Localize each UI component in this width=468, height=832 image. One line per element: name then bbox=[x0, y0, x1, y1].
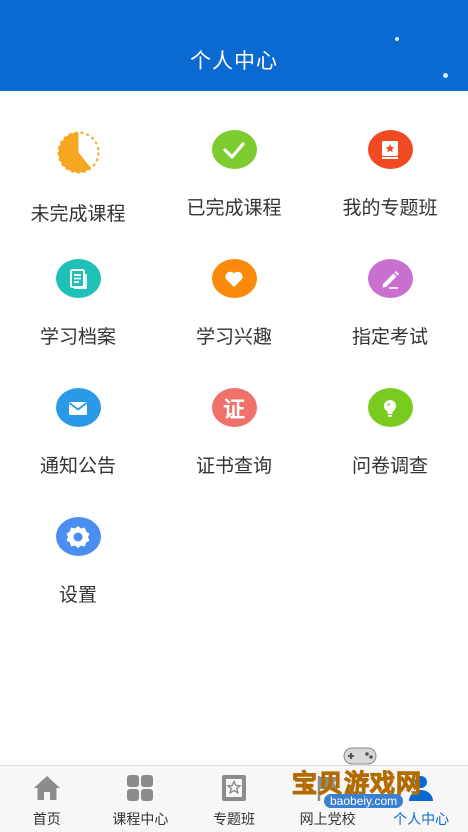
book-star-icon bbox=[219, 773, 249, 803]
menu-item-label: 设置 bbox=[58, 585, 97, 606]
lightbulb-icon bbox=[367, 388, 413, 427]
mail-icon bbox=[55, 388, 101, 427]
pencil-icon bbox=[367, 259, 413, 298]
menu-item-label: 我的专题班 bbox=[342, 198, 438, 219]
tab-label: 首页 bbox=[32, 811, 61, 827]
book-star-icon bbox=[367, 130, 413, 169]
tab-label: 专题班 bbox=[212, 811, 255, 827]
tab-label: 个人中心 bbox=[393, 811, 450, 827]
home-icon bbox=[32, 773, 62, 803]
tab-online-party-school[interactable]: 网上党校 bbox=[281, 766, 375, 832]
tab-personal-center[interactable]: 个人中心 bbox=[374, 766, 468, 832]
menu-item-label: 指定考试 bbox=[351, 327, 428, 348]
menu-item-completed-courses[interactable]: 已完成课程 bbox=[156, 91, 312, 220]
gear-icon bbox=[55, 517, 101, 556]
menu-item-my-special-class[interactable]: 我的专题班 bbox=[312, 91, 468, 220]
menu-item-notice[interactable]: 通知公告 bbox=[0, 349, 156, 478]
menu-item-certificate-query[interactable]: 证 证书查询 bbox=[156, 349, 312, 478]
tab-label: 课程中心 bbox=[112, 811, 169, 827]
heart-icon bbox=[211, 259, 257, 298]
menu-item-label: 学习兴趣 bbox=[195, 327, 272, 348]
tab-special-class[interactable]: 专题班 bbox=[187, 766, 281, 832]
menu-item-label: 证书查询 bbox=[195, 456, 272, 477]
sparkle-decoration bbox=[395, 37, 399, 41]
menu-item-assigned-exam[interactable]: 指定考试 bbox=[312, 220, 468, 349]
grid-icon bbox=[125, 773, 155, 803]
menu-item-label: 问卷调查 bbox=[351, 456, 428, 477]
check-icon bbox=[211, 130, 257, 169]
menu-item-study-interest[interactable]: 学习兴趣 bbox=[156, 220, 312, 349]
flag-icon bbox=[313, 773, 343, 803]
document-icon bbox=[55, 259, 101, 298]
menu-item-survey[interactable]: 问卷调查 bbox=[312, 349, 468, 478]
menu-item-study-record[interactable]: 学习档案 bbox=[0, 220, 156, 349]
menu-item-label: 通知公告 bbox=[39, 456, 116, 477]
tab-course-center[interactable]: 课程中心 bbox=[94, 766, 188, 832]
half-clock-icon bbox=[56, 130, 101, 175]
menu-item-settings[interactable]: 设置 bbox=[0, 478, 156, 607]
person-icon bbox=[406, 773, 436, 803]
menu-item-label: 学习档案 bbox=[39, 327, 116, 348]
header-bar: 个人中心 bbox=[0, 0, 468, 91]
tab-home[interactable]: 首页 bbox=[0, 766, 94, 832]
certificate-icon: 证 bbox=[211, 388, 257, 427]
menu-item-label: 已完成课程 bbox=[186, 198, 282, 219]
certificate-glyph: 证 bbox=[222, 396, 245, 422]
bottom-tab-bar: 首页 课程中心 专题班 网上党校 个人中心 bbox=[0, 765, 468, 832]
menu-item-unfinished-courses[interactable]: 未完成课程 bbox=[0, 91, 156, 225]
page-title: 个人中心 bbox=[190, 49, 278, 73]
tab-label: 网上党校 bbox=[299, 811, 356, 827]
sparkle-decoration bbox=[443, 73, 448, 78]
